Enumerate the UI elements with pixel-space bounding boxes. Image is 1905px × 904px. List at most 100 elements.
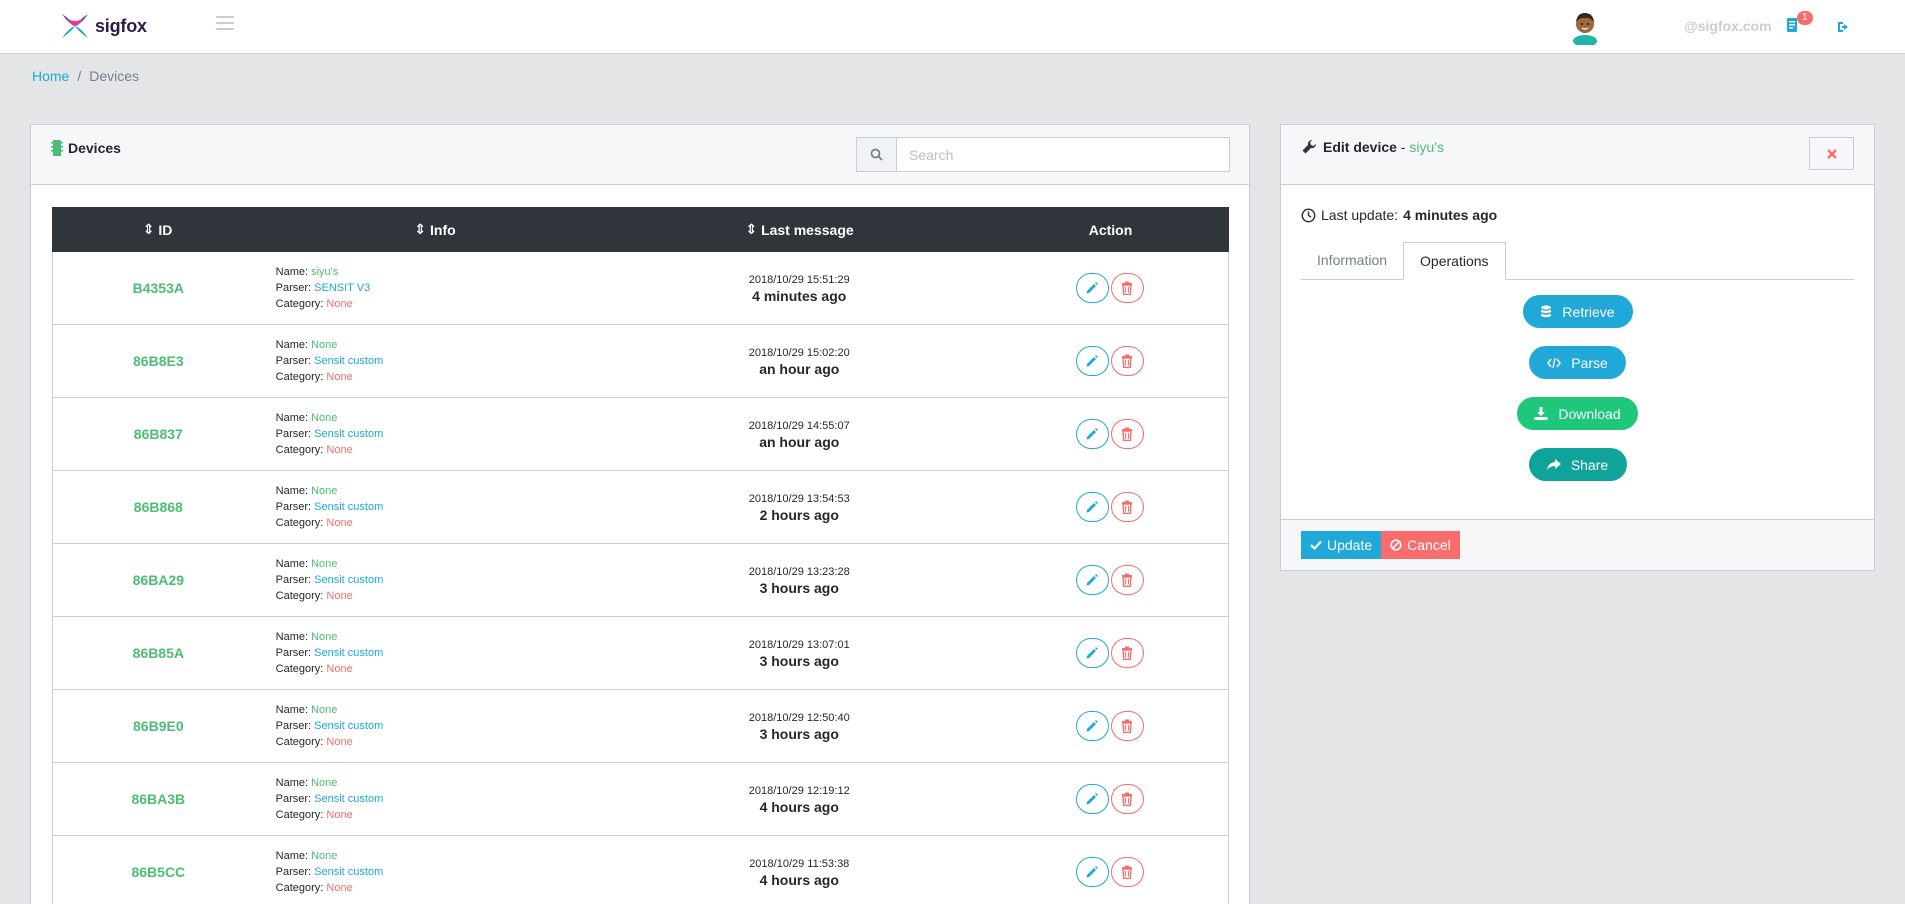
edit-device-button[interactable] <box>1075 273 1109 303</box>
device-id[interactable]: 86B85A <box>53 645 264 661</box>
last-message-date: 2018/10/29 12:50:40 <box>748 712 850 724</box>
device-id[interactable]: 86B5CC <box>53 864 264 880</box>
delete-device-button[interactable] <box>1110 857 1144 887</box>
device-id[interactable]: 86BA29 <box>53 572 264 588</box>
edit-device-button[interactable] <box>1075 492 1109 522</box>
info-parser-label: Parser: <box>275 355 315 367</box>
notification-badge: 1 <box>1797 11 1813 25</box>
row-actions <box>991 492 1228 522</box>
delete-device-button[interactable] <box>1110 419 1144 449</box>
device-id[interactable]: 86B868 <box>53 499 264 515</box>
info-category-label: Category: <box>275 590 327 602</box>
last-message-date: 2018/10/29 13:07:01 <box>748 639 850 651</box>
device-id[interactable]: 86B9E0 <box>53 718 264 734</box>
delete-device-button[interactable] <box>1110 711 1144 741</box>
info-parser-value[interactable]: Sensit custom <box>314 501 383 513</box>
table-row[interactable]: B4353A Name: siyu's Parser: SENSIT V3 Ca… <box>52 252 1229 325</box>
info-parser-label: Parser: <box>275 574 315 586</box>
edit-device-button[interactable] <box>1075 419 1109 449</box>
info-name-line: Name: None <box>276 337 607 353</box>
retrieve-button[interactable]: Retrieve <box>1522 295 1633 328</box>
table-row[interactable]: 86BA29 Name: None Parser: Sensit custom … <box>52 544 1229 617</box>
device-id[interactable]: B4353A <box>53 280 264 296</box>
table-header: ⇕ ID ⇕ Info ⇕ Last message Action <box>52 207 1229 252</box>
info-name-label: Name: <box>275 485 312 497</box>
info-parser-value[interactable]: Sensit custom <box>314 866 383 878</box>
delete-device-button[interactable] <box>1110 273 1144 303</box>
pencil-icon <box>1086 720 1099 732</box>
share-button[interactable]: Share <box>1528 448 1627 481</box>
last-message: 2018/10/29 13:23:28 3 hours ago <box>607 564 991 596</box>
delete-device-button[interactable] <box>1110 638 1144 668</box>
delete-device-button[interactable] <box>1110 784 1144 814</box>
breadcrumb-home-link[interactable]: Home <box>32 68 69 84</box>
table-row[interactable]: 86B5CC Name: None Parser: Sensit custom … <box>52 836 1229 904</box>
tab-operations[interactable]: Operations <box>1403 242 1506 280</box>
trash-icon <box>1122 500 1133 514</box>
breadcrumb-separator: / <box>77 68 82 84</box>
delete-device-button[interactable] <box>1110 492 1144 522</box>
user-email[interactable]: @sigfox.com <box>1684 18 1772 34</box>
info-parser-label: Parser: <box>275 866 315 878</box>
column-header-id[interactable]: ⇕ ID <box>52 221 263 238</box>
edit-device-button[interactable] <box>1075 346 1109 376</box>
edit-device-button[interactable] <box>1075 638 1109 668</box>
row-actions <box>991 784 1228 814</box>
search-input[interactable] <box>897 138 1229 171</box>
table-row[interactable]: 86B9E0 Name: None Parser: Sensit custom … <box>52 690 1229 763</box>
last-message: 2018/10/29 15:02:20 an hour ago <box>607 345 991 377</box>
update-button[interactable]: Update <box>1301 531 1382 559</box>
avatar[interactable] <box>1568 9 1602 45</box>
notification-button[interactable]: 1 <box>1785 11 1813 37</box>
delete-device-button[interactable] <box>1110 346 1144 376</box>
info-parser-value[interactable]: Sensit custom <box>314 574 383 586</box>
cancel-button[interactable]: Cancel <box>1381 531 1460 559</box>
last-message-ago: an hour ago <box>759 361 840 377</box>
table-row[interactable]: 86B868 Name: None Parser: Sensit custom … <box>52 471 1229 544</box>
column-header-info[interactable]: ⇕ Info <box>263 221 607 238</box>
info-parser-value[interactable]: Sensit custom <box>314 355 383 367</box>
info-parser-label: Parser: <box>275 428 315 440</box>
info-parser-value[interactable]: Sensit custom <box>314 647 383 659</box>
hamburger-icon[interactable] <box>216 16 234 34</box>
database-icon <box>1541 305 1552 317</box>
info-parser-value[interactable]: SENSIT V3 <box>314 282 370 294</box>
info-name-line: Name: None <box>276 483 607 499</box>
edit-device-button[interactable] <box>1075 711 1109 741</box>
table-row[interactable]: 86B8E3 Name: None Parser: Sensit custom … <box>52 325 1229 398</box>
download-icon <box>1534 407 1548 420</box>
info-parser-value[interactable]: Sensit custom <box>314 720 383 732</box>
info-category-value: None <box>326 517 353 529</box>
close-button[interactable] <box>1809 137 1854 170</box>
info-parser-value[interactable]: Sensit custom <box>314 428 383 440</box>
parse-button[interactable]: Parse <box>1529 346 1626 379</box>
pencil-icon <box>1086 866 1099 878</box>
table-row[interactable]: 86B837 Name: None Parser: Sensit custom … <box>52 398 1229 471</box>
logout-icon[interactable] <box>1836 19 1852 35</box>
table-row[interactable]: 86BA3B Name: None Parser: Sensit custom … <box>52 763 1229 836</box>
column-header-last-message[interactable]: ⇕ Last message <box>607 221 992 238</box>
delete-device-button[interactable] <box>1110 565 1144 595</box>
download-button[interactable]: Download <box>1517 397 1638 430</box>
table-row[interactable]: 86B85A Name: None Parser: Sensit custom … <box>52 617 1229 690</box>
info-name-label: Name: <box>275 266 312 278</box>
info-category-label: Category: <box>275 371 327 383</box>
edit-device-button[interactable] <box>1075 784 1109 814</box>
sort-icon: ⇕ <box>142 221 155 237</box>
brand-logo[interactable]: sigfox <box>59 12 147 40</box>
info-name-label: Name: <box>275 777 312 789</box>
last-message-ago: 4 minutes ago <box>752 288 847 304</box>
tab-information[interactable]: Information <box>1301 242 1403 279</box>
device-id[interactable]: 86B8E3 <box>53 353 264 369</box>
info-parser-value[interactable]: Sensit custom <box>314 793 383 805</box>
trash-icon <box>1122 719 1133 733</box>
last-update-value: 4 minutes ago <box>1403 207 1498 223</box>
last-message-date: 2018/10/29 11:53:38 <box>749 858 850 870</box>
top-navbar: sigfox @sigfox.com 1 <box>0 0 1905 54</box>
edit-card-title: Edit device - siyu's <box>1301 139 1444 155</box>
device-id[interactable]: 86BA3B <box>53 791 264 807</box>
info-name-line: Name: None <box>276 702 607 718</box>
edit-device-button[interactable] <box>1075 857 1109 887</box>
device-id[interactable]: 86B837 <box>53 426 264 442</box>
edit-device-button[interactable] <box>1075 565 1109 595</box>
